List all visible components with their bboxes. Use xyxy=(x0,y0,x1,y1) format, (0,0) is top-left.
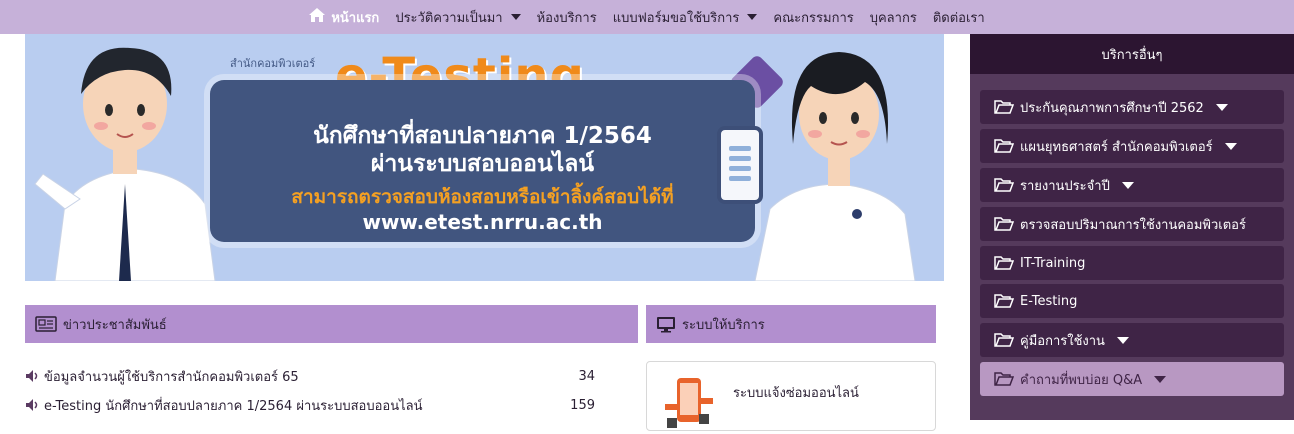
sidebar-item-label: คู่มือการใช้งาน xyxy=(1020,333,1105,349)
services-section-header: ระบบให้บริการ xyxy=(646,305,936,343)
sidebar-item-label: รายงานประจำปี xyxy=(1020,178,1110,194)
chevron-down-icon xyxy=(1215,103,1228,111)
news-item-title[interactable]: e-Testing นักศึกษาที่สอบปลายภาค 1/2564 ผ… xyxy=(44,395,565,416)
other-services-sidebar: บริการอื่นๆ ประกันคุณภาพการศึกษาปี 2562 … xyxy=(970,34,1294,420)
sidebar-item-label: E-Testing xyxy=(1020,293,1078,309)
speaker-icon xyxy=(25,398,39,412)
chevron-down-icon xyxy=(510,14,521,20)
sidebar-item-label: ประกันคุณภาพการศึกษาปี 2562 xyxy=(1020,100,1204,116)
sidebar-item-e-testing[interactable]: E-Testing xyxy=(980,284,1284,318)
news-section-header: ข่าวประชาสัมพันธ์ xyxy=(25,305,638,343)
newspaper-icon xyxy=(35,316,57,332)
sidebar-item-quality-assurance[interactable]: ประกันคุณภาพการศึกษาปี 2562 xyxy=(980,90,1284,124)
nav-staff[interactable]: บุคลากร xyxy=(862,0,925,34)
student-boy-illustration xyxy=(34,47,216,281)
nav-service-rooms-label: ห้องบริการ xyxy=(536,10,597,26)
chevron-down-icon xyxy=(1121,181,1134,189)
sidebar-header: บริการอื่นๆ xyxy=(970,34,1294,74)
nav-history-label: ประวัติความเป็นมา xyxy=(395,10,503,26)
repair-service-label[interactable]: ระบบแจ้งซ่อมออนไลน์ xyxy=(733,382,859,403)
monitor-icon xyxy=(656,316,676,333)
nav-committee[interactable]: คณะกรรมการ xyxy=(765,0,861,34)
sidebar-item-strategic-plan[interactable]: แผนยุทธศาสตร์ สำนักคอมพิวเตอร์ xyxy=(980,129,1284,163)
folder-open-icon xyxy=(994,138,1014,154)
folder-open-icon xyxy=(994,99,1014,115)
folder-open-icon xyxy=(994,255,1014,271)
banner-message-panel: นักศึกษาที่สอบปลายภาค 1/2564 ผ่านระบบสอบ… xyxy=(210,80,755,242)
nav-contact-label: ติดต่อเรา xyxy=(932,10,985,26)
banner-url: www.etest.nrru.ac.th xyxy=(362,210,603,234)
nav-contact[interactable]: ติดต่อเรา xyxy=(925,0,993,34)
chevron-down-icon xyxy=(1116,336,1129,344)
nav-forms[interactable]: แบบฟอร์มขอใช้บริการ xyxy=(605,0,766,34)
sidebar-item-computer-usage[interactable]: ตรวจสอบปริมาณการใช้งานคอมพิวเตอร์ xyxy=(980,207,1284,241)
nav-service-rooms[interactable]: ห้องบริการ xyxy=(529,0,605,34)
chevron-down-icon xyxy=(747,14,758,20)
sidebar-item-annual-report[interactable]: รายงานประจำปี xyxy=(980,168,1284,202)
phone-illustration xyxy=(717,126,763,204)
news-item-view-count: 159 xyxy=(570,397,595,413)
news-section-title: ข่าวประชาสัมพันธ์ xyxy=(63,317,167,333)
sidebar-item-label: IT-Training xyxy=(1020,255,1086,271)
sidebar-item-label: ตรวจสอบปริมาณการใช้งานคอมพิวเตอร์ xyxy=(1020,217,1246,233)
nav-committee-label: คณะกรรมการ xyxy=(773,10,854,26)
folder-open-icon xyxy=(994,293,1014,309)
folder-open-icon xyxy=(994,216,1014,232)
repair-service-card[interactable]: ระบบแจ้งซ่อมออนไลน์ xyxy=(646,361,936,431)
top-navbar: หน้าแรก ประวัติความเป็นมา ห้องบริการ แบบ… xyxy=(0,0,1294,34)
speaker-icon xyxy=(25,369,39,383)
news-item[interactable]: e-Testing นักศึกษาที่สอบปลายภาค 1/2564 ผ… xyxy=(25,393,605,417)
repair-service-icon xyxy=(665,378,713,428)
folder-open-icon xyxy=(994,371,1014,387)
folder-open-icon xyxy=(994,332,1014,348)
news-item[interactable]: ข้อมูลจำนวนผู้ใช้บริการสำนักคอมพิวเตอร์ … xyxy=(25,364,605,388)
nav-history[interactable]: ประวัติความเป็นมา xyxy=(387,0,528,34)
banner-organization: สำนักคอมพิวเตอร์ xyxy=(230,57,316,70)
nav-home-label: หน้าแรก xyxy=(331,10,380,26)
chevron-down-icon xyxy=(1154,375,1167,383)
sidebar-item-label: คำถามที่พบบ่อย Q&A xyxy=(1020,372,1143,388)
banner-line-3: สามารถตรวจสอบห้องสอบหรือเข้าลิ้งค์สอบได้… xyxy=(291,186,674,208)
home-icon xyxy=(309,8,326,26)
e-testing-banner[interactable]: สำนักคอมพิวเตอร์ e-Testing นักศึกษาที่สอ… xyxy=(25,34,944,281)
sidebar-item-it-training[interactable]: IT-Training xyxy=(980,246,1284,280)
services-section-title: ระบบให้บริการ xyxy=(682,317,765,333)
sidebar-item-faq[interactable]: คำถามที่พบบ่อย Q&A xyxy=(980,362,1284,396)
news-item-title[interactable]: ข้อมูลจำนวนผู้ใช้บริการสำนักคอมพิวเตอร์ … xyxy=(44,366,565,387)
nav-forms-label: แบบฟอร์มขอใช้บริการ xyxy=(612,10,740,26)
sidebar-item-manual[interactable]: คู่มือการใช้งาน xyxy=(980,323,1284,357)
nav-home[interactable]: หน้าแรก xyxy=(301,0,387,34)
banner-line-2: ผ่านระบบสอบออนไลน์ xyxy=(370,151,595,177)
sidebar-item-label: แผนยุทธศาสตร์ สำนักคอมพิวเตอร์ xyxy=(1020,139,1213,155)
chevron-down-icon xyxy=(1224,142,1237,150)
folder-open-icon xyxy=(994,177,1014,193)
nav-staff-label: บุคลากร xyxy=(869,10,917,26)
news-item-view-count: 34 xyxy=(578,368,595,384)
